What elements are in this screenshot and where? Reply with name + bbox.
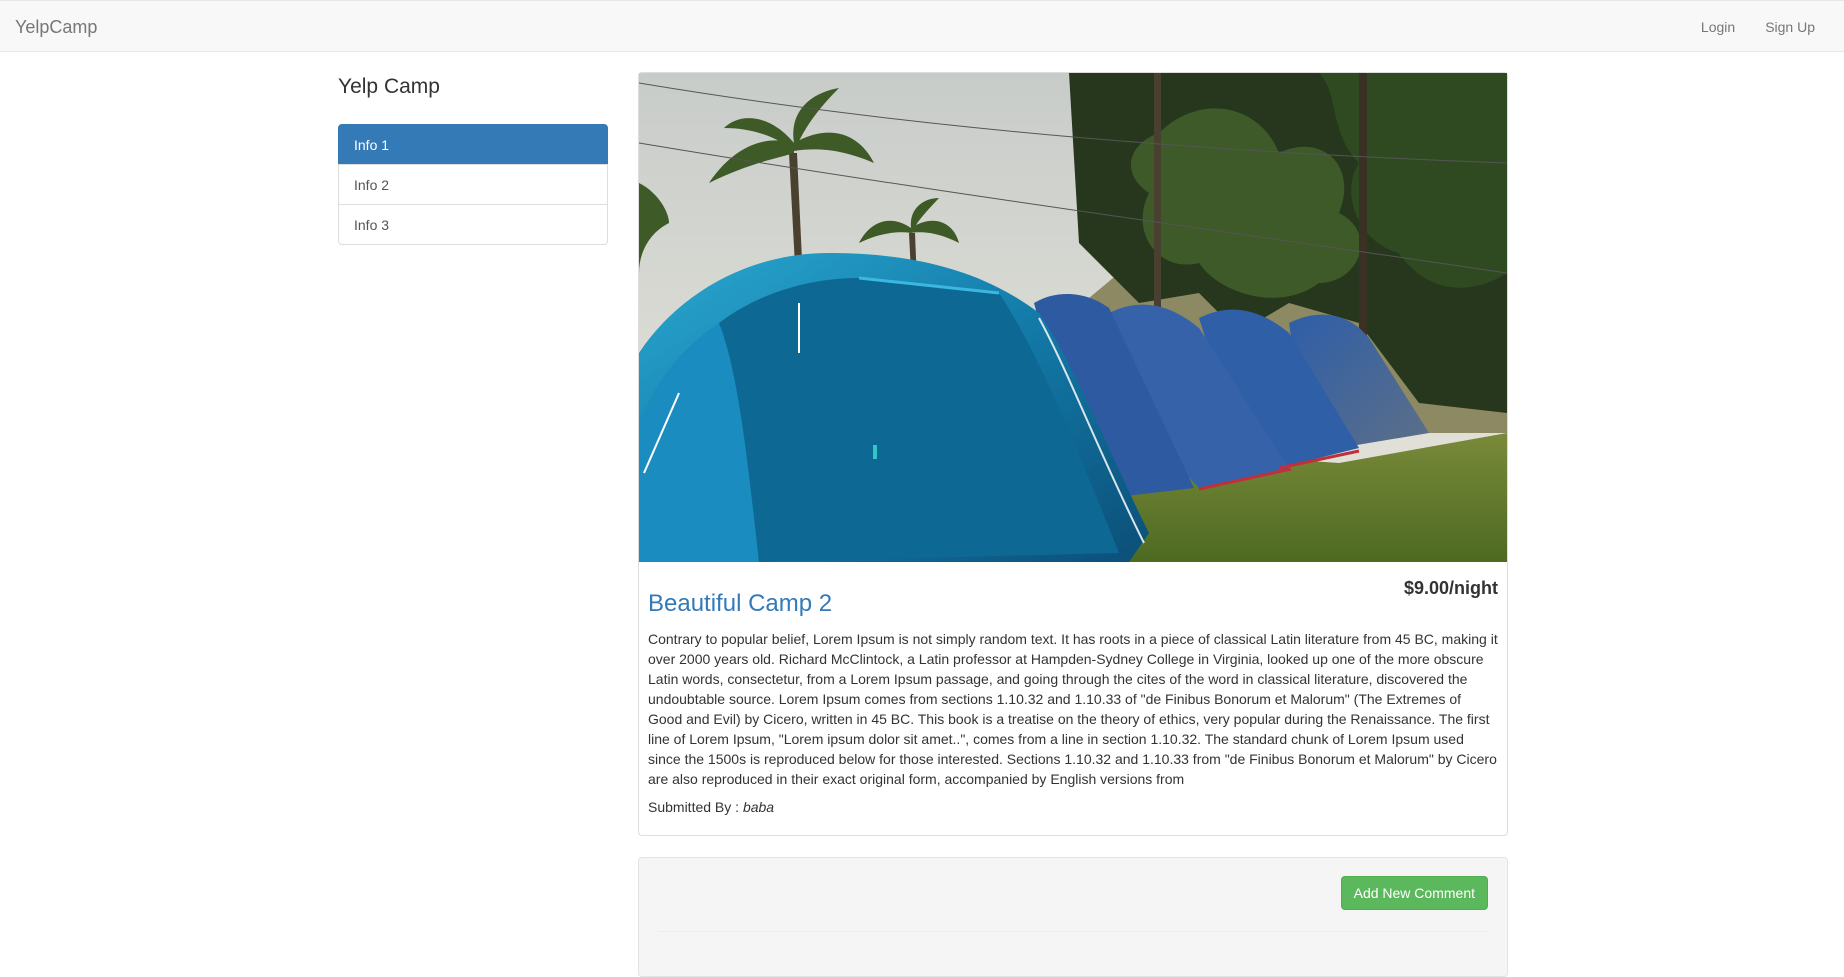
list-item-info-2[interactable]: Info 2 bbox=[338, 164, 608, 205]
campground-price: $9.00/night bbox=[1403, 578, 1498, 598]
list-item-info-1[interactable]: Info 1 bbox=[338, 124, 608, 165]
sidebar: Yelp Camp Info 1 Info 2 Info 3 bbox=[338, 72, 608, 245]
navbar: YelpCamp Login Sign Up bbox=[0, 0, 1844, 52]
submitted-by-label: Submitted By : bbox=[648, 799, 740, 815]
campground-card: $9.00/night Beautiful Camp 2 Contrary to… bbox=[638, 72, 1508, 836]
campground-description: Contrary to popular belief, Lorem Ipsum … bbox=[648, 631, 1498, 787]
campground-title[interactable]: Beautiful Camp 2 bbox=[648, 589, 1498, 619]
login-link[interactable]: Login bbox=[1686, 18, 1750, 36]
comments-section: Add New Comment bbox=[638, 857, 1508, 977]
brand-link[interactable]: YelpCamp bbox=[15, 17, 97, 38]
nav-right: Login Sign Up bbox=[1686, 18, 1830, 36]
add-comment-button[interactable]: Add New Comment bbox=[1340, 876, 1488, 910]
list-item-info-3[interactable]: Info 3 bbox=[338, 204, 608, 245]
sidebar-title: Yelp Camp bbox=[338, 75, 440, 98]
submitted-by: Submitted By : baba bbox=[648, 799, 1498, 815]
author-name: baba bbox=[742, 799, 775, 815]
info-list: Info 1 Info 2 Info 3 bbox=[338, 124, 608, 245]
comments-divider bbox=[658, 931, 1488, 932]
campground-image bbox=[639, 73, 1507, 562]
signup-link[interactable]: Sign Up bbox=[1750, 18, 1830, 36]
campground-caption: $9.00/night Beautiful Camp 2 Contrary to… bbox=[639, 562, 1507, 815]
